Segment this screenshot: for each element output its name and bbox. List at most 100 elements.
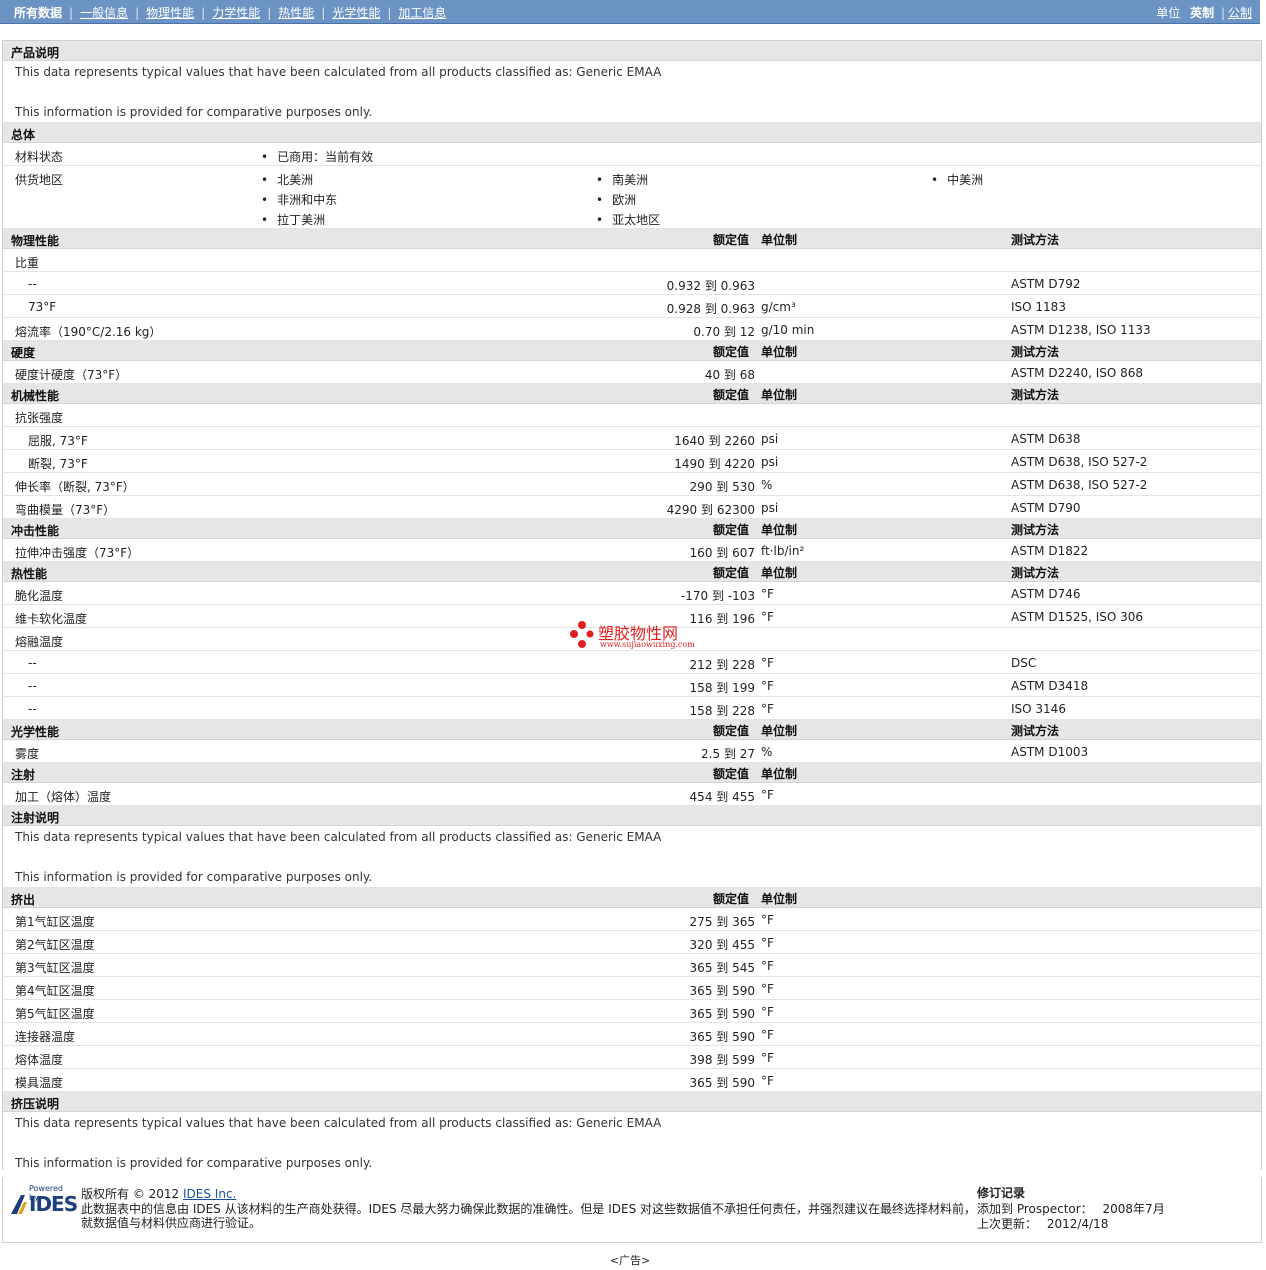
property-row: 脆化温度 -170 到 -103 °F ASTM D746 (3, 582, 1261, 605)
test-method: DSC (1011, 656, 1037, 670)
property-row: 屈服, 73°F 1640 到 2260 psi ASTM D638 (3, 427, 1261, 450)
nav-physical[interactable]: 物理性能 (146, 6, 194, 20)
test-method: ASTM D1238, ISO 1133 (1011, 323, 1151, 337)
test-method: ISO 3146 (1011, 702, 1066, 716)
footer: Powered by IDES 版权所有 © 2012 IDES Inc. 此数… (2, 1178, 1262, 1243)
region-item: 北美洲 (261, 171, 313, 188)
property-unit: % (761, 478, 773, 492)
extrusion-table: 挤出 额定值 单位制 第1气缸区温度 275 到 365 °F 第2气缸区温度 320 到 4… (3, 888, 1261, 1092)
nav-all-data[interactable]: 所有数据 (14, 6, 62, 20)
units-imperial[interactable]: 英制 (1190, 6, 1214, 20)
property-label: 73°F (28, 300, 57, 314)
row-label: 供货地区 (15, 173, 64, 187)
property-row: 硬度计硬度（73°F） 40 到 68 ASTM D2240, ISO 868 (3, 361, 1261, 384)
top-nav-bar: 所有数据 | 一般信息 | 物理性能 | 力学性能 | 热性能 | 光学性能 | 加工信息 单位 英制 … (0, 0, 1260, 24)
col-unit-header: 单位制 (761, 892, 798, 906)
row-label: 材料状态 (15, 150, 64, 164)
property-value: -170 到 -103 (680, 589, 755, 603)
test-method: ASTM D638 (1011, 432, 1081, 446)
property-row: 第2气缸区温度 320 到 455 °F (3, 931, 1261, 954)
property-row: 比重 (3, 249, 1261, 272)
ides-link[interactable]: IDES Inc. (183, 1187, 236, 1201)
row-availability: 供货地区 北美洲 南美洲 中美洲 非洲和中东 欧洲 拉丁美洲 亚太地区 (3, 166, 1261, 229)
section-title: 注射 (11, 768, 36, 782)
property-unit: °F (761, 913, 774, 927)
col-value-header: 额定值 (713, 566, 750, 580)
section-header-extrusion: 挤出 额定值 单位制 (3, 888, 1261, 908)
logo-text: IDES (29, 1192, 78, 1216)
property-value: 2.5 到 27 (701, 747, 755, 761)
region-item: 南美洲 (596, 171, 648, 188)
section-title: 光学性能 (11, 725, 60, 739)
property-unit: g/10 min (761, 323, 815, 337)
property-row: 断裂, 73°F 1490 到 4220 psi ASTM D638, ISO 527… (3, 450, 1261, 473)
nav-separator: | (267, 6, 272, 20)
nav-separator: | (321, 6, 326, 20)
section-title: 热性能 (11, 567, 48, 581)
test-method: ISO 1183 (1011, 300, 1066, 314)
units-label: 单位 (1156, 6, 1181, 20)
property-value: 1490 到 4220 (674, 457, 755, 471)
nav-thermal[interactable]: 热性能 (278, 6, 314, 20)
test-method: ASTM D790 (1011, 501, 1081, 515)
region-item: 非洲和中东 (261, 191, 337, 208)
property-value: 0.928 到 0.963 (666, 302, 755, 316)
nav-optical[interactable]: 光学性能 (332, 6, 380, 20)
col-method-header: 测试方法 (1011, 345, 1060, 359)
ad-label: <广告> (609, 1254, 651, 1267)
property-value: 0.932 到 0.963 (666, 279, 755, 293)
section-header-mechanical: 机械性能 额定值 单位制 测试方法 (3, 384, 1261, 404)
property-value: 365 到 590 (689, 1007, 755, 1021)
section-header-general: 总体 (3, 123, 1261, 143)
note-line: This data represents typical values that… (15, 65, 662, 79)
property-label: 比重 (15, 256, 40, 270)
ides-logo-mark-icon (11, 1195, 27, 1214)
section-title: 物理性能 (11, 234, 60, 248)
property-label: 熔体温度 (15, 1053, 64, 1067)
property-value: 320 到 455 (689, 938, 755, 952)
col-method-header: 测试方法 (1011, 523, 1060, 537)
datasheet: 产品说明 This data represents typical values… (2, 40, 1262, 1170)
property-unit: psi (761, 455, 779, 469)
test-method: ASTM D2240, ISO 868 (1011, 366, 1144, 380)
region-item: 拉丁美洲 (261, 211, 325, 228)
section-title: 产品说明 (11, 46, 60, 60)
col-method-header: 测试方法 (1011, 388, 1060, 402)
section-header-physical: 物理性能 额定值 单位制 测试方法 (3, 229, 1261, 249)
property-value: 365 到 590 (689, 1076, 755, 1090)
property-value: 158 到 228 (689, 704, 755, 718)
nav-mechanical[interactable]: 力学性能 (212, 6, 260, 20)
nav-separator: | (69, 6, 74, 20)
property-row: 第4气缸区温度 365 到 590 °F (3, 977, 1261, 1000)
property-label: 抗张强度 (15, 411, 64, 425)
section-title: 挤压说明 (11, 1097, 60, 1111)
property-unit: ft·lb/in² (761, 544, 805, 558)
nav-processing[interactable]: 加工信息 (398, 6, 446, 20)
property-value: 212 到 228 (689, 658, 755, 672)
property-unit: °F (761, 959, 774, 973)
section-header-impact: 冲击性能 额定值 单位制 测试方法 (3, 519, 1261, 539)
property-unit: °F (761, 982, 774, 996)
property-label: 脆化温度 (15, 589, 64, 603)
col-value-header: 额定值 (713, 345, 750, 359)
property-row: 伸长率（断裂, 73°F） 290 到 530% ASTM D638, ISO 52… (3, 473, 1261, 496)
col-unit-header: 单位制 (761, 724, 798, 738)
col-unit-header: 单位制 (761, 345, 798, 359)
property-label: -- (28, 702, 37, 716)
test-method: ASTM D3418 (1011, 679, 1089, 693)
nav-general-info[interactable]: 一般信息 (80, 6, 128, 20)
section-header-product-desc: 产品说明 (3, 41, 1261, 61)
section-header-optical: 光学性能 额定值 单位制 测试方法 (3, 720, 1261, 740)
section-nav: 所有数据 | 一般信息 | 物理性能 | 力学性能 | 热性能 | 光学性能 | 加工信息 (14, 4, 446, 21)
property-label: 第5气缸区温度 (15, 1007, 95, 1021)
ides-logo[interactable]: Powered by IDES (9, 1184, 78, 1216)
revision-updated: 上次更新： 2012/4/18 (977, 1215, 1108, 1232)
property-unit: °F (761, 702, 774, 716)
col-unit-header: 单位制 (761, 233, 798, 247)
property-row: 第3气缸区温度 365 到 545 °F (3, 954, 1261, 977)
nav-separator: | (387, 6, 392, 20)
units-metric[interactable]: 公制 (1228, 6, 1252, 20)
test-method: ASTM D638, ISO 527-2 (1011, 478, 1148, 492)
copyright-text: 版权所有 © 2012 (81, 1187, 180, 1201)
property-unit: °F (761, 1074, 774, 1088)
